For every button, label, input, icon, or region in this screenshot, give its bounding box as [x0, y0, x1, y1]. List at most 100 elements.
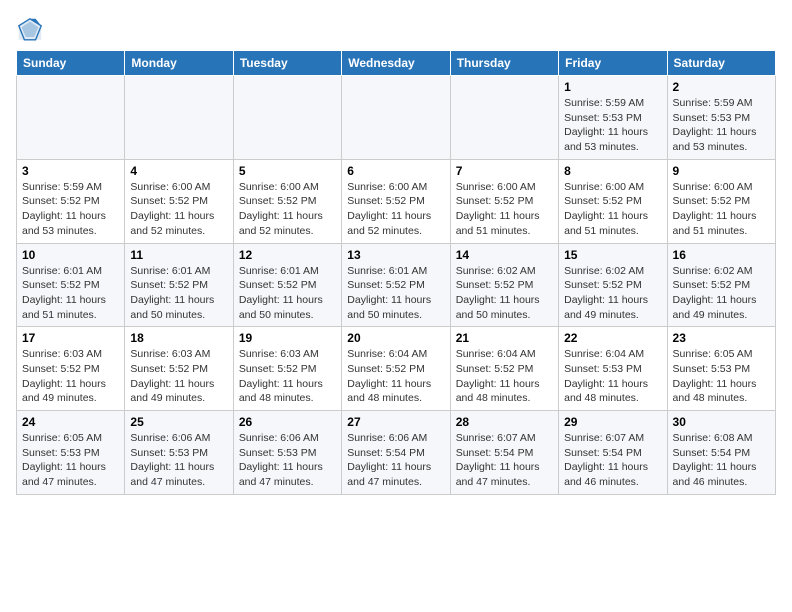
calendar-cell: 10 Sunrise: 6:01 AM Sunset: 5:52 PM Dayli… — [17, 243, 125, 327]
calendar-cell: 14 Sunrise: 6:02 AM Sunset: 5:52 PM Dayli… — [450, 243, 558, 327]
day-number: 28 — [456, 415, 553, 429]
day-number: 24 — [22, 415, 119, 429]
day-detail: Sunrise: 6:02 AM Sunset: 5:52 PM Dayligh… — [456, 264, 553, 323]
calendar-cell: 3 Sunrise: 5:59 AM Sunset: 5:52 PM Daylig… — [17, 159, 125, 243]
day-number: 17 — [22, 331, 119, 345]
calendar-week-1: 1 Sunrise: 5:59 AM Sunset: 5:53 PM Daylig… — [17, 76, 776, 160]
calendar-cell: 27Sunrise: 6:06 AM Sunset: 5:54 PM Dayli… — [342, 411, 450, 495]
day-detail: Sunrise: 6:01 AM Sunset: 5:52 PM Dayligh… — [22, 264, 119, 323]
day-number: 13 — [347, 248, 444, 262]
calendar-cell: 22 Sunrise: 6:04 AM Sunset: 5:53 PM Dayli… — [559, 327, 667, 411]
calendar-header-row: SundayMondayTuesdayWednesdayThursdayFrid… — [17, 51, 776, 76]
day-detail: Sunrise: 6:04 AM Sunset: 5:53 PM Dayligh… — [564, 347, 661, 406]
logo-icon — [16, 16, 44, 44]
calendar-cell: 8Sunrise: 6:00 AM Sunset: 5:52 PM Daylig… — [559, 159, 667, 243]
day-detail: Sunrise: 6:03 AM Sunset: 5:52 PM Dayligh… — [130, 347, 227, 406]
day-detail: Sunrise: 5:59 AM Sunset: 5:52 PM Dayligh… — [22, 180, 119, 239]
day-detail: Sunrise: 6:04 AM Sunset: 5:52 PM Dayligh… — [347, 347, 444, 406]
calendar-cell: 1 Sunrise: 5:59 AM Sunset: 5:53 PM Daylig… — [559, 76, 667, 160]
day-number: 29 — [564, 415, 661, 429]
day-detail: Sunrise: 6:08 AM Sunset: 5:54 PM Dayligh… — [673, 431, 770, 490]
calendar-header-monday: Monday — [125, 51, 233, 76]
calendar-cell: 7 Sunrise: 6:00 AM Sunset: 5:52 PM Daylig… — [450, 159, 558, 243]
day-detail: Sunrise: 6:04 AM Sunset: 5:52 PM Dayligh… — [456, 347, 553, 406]
calendar: SundayMondayTuesdayWednesdayThursdayFrid… — [16, 50, 776, 495]
day-number: 21 — [456, 331, 553, 345]
day-detail: Sunrise: 6:06 AM Sunset: 5:53 PM Dayligh… — [239, 431, 336, 490]
day-detail: Sunrise: 6:01 AM Sunset: 5:52 PM Dayligh… — [239, 264, 336, 323]
calendar-week-3: 10 Sunrise: 6:01 AM Sunset: 5:52 PM Dayli… — [17, 243, 776, 327]
calendar-cell: 5 Sunrise: 6:00 AM Sunset: 5:52 PM Daylig… — [233, 159, 341, 243]
day-number: 1 — [564, 80, 661, 94]
day-number: 3 — [22, 164, 119, 178]
calendar-cell: 2 Sunrise: 5:59 AM Sunset: 5:53 PM Daylig… — [667, 76, 775, 160]
calendar-cell: 25Sunrise: 6:06 AM Sunset: 5:53 PM Dayli… — [125, 411, 233, 495]
logo — [16, 16, 48, 44]
day-number: 6 — [347, 164, 444, 178]
day-detail: Sunrise: 6:00 AM Sunset: 5:52 PM Dayligh… — [456, 180, 553, 239]
day-number: 16 — [673, 248, 770, 262]
calendar-cell: 26 Sunrise: 6:06 AM Sunset: 5:53 PM Dayli… — [233, 411, 341, 495]
day-number: 18 — [130, 331, 227, 345]
day-number: 5 — [239, 164, 336, 178]
calendar-cell: 28 Sunrise: 6:07 AM Sunset: 5:54 PM Dayli… — [450, 411, 558, 495]
day-detail: Sunrise: 6:07 AM Sunset: 5:54 PM Dayligh… — [456, 431, 553, 490]
day-number: 22 — [564, 331, 661, 345]
calendar-cell — [450, 76, 558, 160]
calendar-cell: 13 Sunrise: 6:01 AM Sunset: 5:52 PM Dayli… — [342, 243, 450, 327]
day-number: 11 — [130, 248, 227, 262]
calendar-cell: 15Sunrise: 6:02 AM Sunset: 5:52 PM Dayli… — [559, 243, 667, 327]
calendar-cell: 11Sunrise: 6:01 AM Sunset: 5:52 PM Dayli… — [125, 243, 233, 327]
calendar-week-5: 24 Sunrise: 6:05 AM Sunset: 5:53 PM Dayli… — [17, 411, 776, 495]
day-detail: Sunrise: 6:03 AM Sunset: 5:52 PM Dayligh… — [239, 347, 336, 406]
calendar-cell — [125, 76, 233, 160]
calendar-cell: 17 Sunrise: 6:03 AM Sunset: 5:52 PM Dayli… — [17, 327, 125, 411]
header — [16, 16, 776, 44]
calendar-cell: 19 Sunrise: 6:03 AM Sunset: 5:52 PM Dayli… — [233, 327, 341, 411]
calendar-cell: 6 Sunrise: 6:00 AM Sunset: 5:52 PM Daylig… — [342, 159, 450, 243]
day-number: 26 — [239, 415, 336, 429]
calendar-cell — [233, 76, 341, 160]
day-detail: Sunrise: 6:00 AM Sunset: 5:52 PM Dayligh… — [564, 180, 661, 239]
day-detail: Sunrise: 6:01 AM Sunset: 5:52 PM Dayligh… — [347, 264, 444, 323]
day-number: 14 — [456, 248, 553, 262]
calendar-week-2: 3 Sunrise: 5:59 AM Sunset: 5:52 PM Daylig… — [17, 159, 776, 243]
day-number: 9 — [673, 164, 770, 178]
day-detail: Sunrise: 6:05 AM Sunset: 5:53 PM Dayligh… — [22, 431, 119, 490]
calendar-cell: 20 Sunrise: 6:04 AM Sunset: 5:52 PM Dayli… — [342, 327, 450, 411]
calendar-cell: 16 Sunrise: 6:02 AM Sunset: 5:52 PM Dayli… — [667, 243, 775, 327]
day-detail: Sunrise: 6:02 AM Sunset: 5:52 PM Dayligh… — [673, 264, 770, 323]
day-detail: Sunrise: 6:06 AM Sunset: 5:54 PM Dayligh… — [347, 431, 444, 490]
day-number: 23 — [673, 331, 770, 345]
calendar-cell — [342, 76, 450, 160]
day-detail: Sunrise: 6:00 AM Sunset: 5:52 PM Dayligh… — [239, 180, 336, 239]
calendar-cell: 24 Sunrise: 6:05 AM Sunset: 5:53 PM Dayli… — [17, 411, 125, 495]
day-detail: Sunrise: 5:59 AM Sunset: 5:53 PM Dayligh… — [564, 96, 661, 155]
calendar-header-thursday: Thursday — [450, 51, 558, 76]
page: SundayMondayTuesdayWednesdayThursdayFrid… — [0, 0, 792, 511]
calendar-header-tuesday: Tuesday — [233, 51, 341, 76]
day-number: 2 — [673, 80, 770, 94]
calendar-header-saturday: Saturday — [667, 51, 775, 76]
day-number: 30 — [673, 415, 770, 429]
calendar-cell: 21 Sunrise: 6:04 AM Sunset: 5:52 PM Dayli… — [450, 327, 558, 411]
day-number: 12 — [239, 248, 336, 262]
calendar-header-friday: Friday — [559, 51, 667, 76]
calendar-header-sunday: Sunday — [17, 51, 125, 76]
day-number: 25 — [130, 415, 227, 429]
day-detail: Sunrise: 6:03 AM Sunset: 5:52 PM Dayligh… — [22, 347, 119, 406]
calendar-week-4: 17 Sunrise: 6:03 AM Sunset: 5:52 PM Dayli… — [17, 327, 776, 411]
day-number: 19 — [239, 331, 336, 345]
calendar-cell: 9 Sunrise: 6:00 AM Sunset: 5:52 PM Daylig… — [667, 159, 775, 243]
day-detail: Sunrise: 5:59 AM Sunset: 5:53 PM Dayligh… — [673, 96, 770, 155]
day-number: 15 — [564, 248, 661, 262]
calendar-header-wednesday: Wednesday — [342, 51, 450, 76]
day-detail: Sunrise: 6:05 AM Sunset: 5:53 PM Dayligh… — [673, 347, 770, 406]
day-detail: Sunrise: 6:00 AM Sunset: 5:52 PM Dayligh… — [673, 180, 770, 239]
day-number: 7 — [456, 164, 553, 178]
calendar-cell: 4Sunrise: 6:00 AM Sunset: 5:52 PM Daylig… — [125, 159, 233, 243]
day-number: 20 — [347, 331, 444, 345]
day-detail: Sunrise: 6:00 AM Sunset: 5:52 PM Dayligh… — [347, 180, 444, 239]
calendar-cell — [17, 76, 125, 160]
day-number: 10 — [22, 248, 119, 262]
